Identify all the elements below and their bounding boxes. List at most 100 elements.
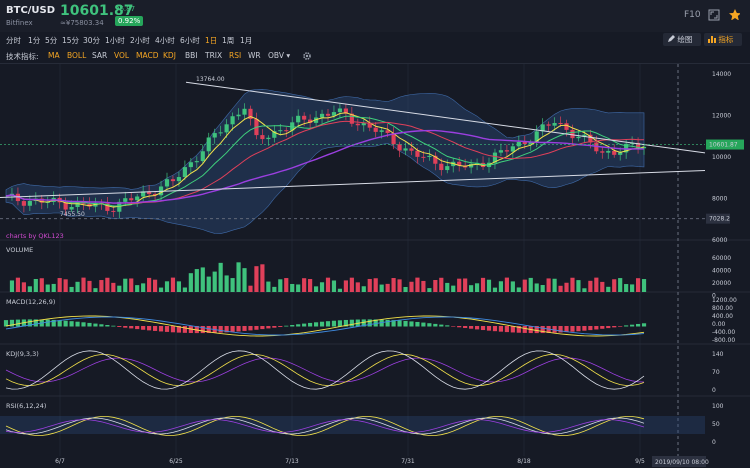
trend-line-lower (0, 169, 706, 198)
macd-histogram-bar (170, 326, 176, 333)
candle-body (445, 166, 450, 171)
candle-body (111, 210, 116, 212)
macd-histogram-bar (272, 326, 277, 328)
macd-histogram-bar (111, 325, 116, 327)
tf-1w[interactable]: 1周 (222, 35, 234, 46)
candle-body (194, 161, 199, 163)
macd-histogram-bar (588, 326, 593, 331)
candle-body (576, 136, 581, 139)
candle-body (236, 114, 241, 117)
current-price-value: 10601.87 (709, 142, 738, 149)
ind-trix[interactable]: TRIX (205, 51, 222, 60)
tf-1d[interactable]: 1日 (205, 35, 217, 46)
macd-histogram-bar (463, 326, 468, 329)
star-icon[interactable] (728, 8, 740, 20)
ind-bbi[interactable]: BBI (185, 51, 198, 60)
volume-label: VOLUME (6, 246, 34, 254)
chart-area[interactable]: 1400012000100008000600013764.007455.5010… (0, 64, 750, 468)
macd-histogram-bar (236, 326, 241, 332)
volume-bar (624, 284, 629, 292)
watermark: charts by QKL123 (6, 232, 64, 240)
macd-histogram-bar (582, 326, 587, 331)
macd-histogram-bar (278, 326, 283, 327)
tf-1mo[interactable]: 1月 (240, 35, 252, 46)
macd-histogram-bar (15, 319, 21, 327)
rsi-tick: 100 (712, 403, 724, 410)
macd-tick: 1200.00 (712, 297, 737, 304)
macd-histogram-bar (302, 323, 307, 327)
volume-bar (463, 278, 468, 292)
tf-1h[interactable]: 1小时 (105, 35, 125, 46)
candle-body (69, 206, 74, 210)
volume-bar (594, 277, 599, 292)
candle-body (409, 148, 414, 151)
settings-gear-icon[interactable] (302, 51, 312, 61)
volume-bar (45, 284, 50, 292)
ind-ma[interactable]: MA (48, 51, 60, 60)
kdj-line (5, 350, 645, 390)
ind-wr[interactable]: WR (248, 51, 261, 60)
ind-vol[interactable]: VOL (114, 51, 129, 60)
macd-histogram-bar (69, 321, 74, 327)
macd-histogram-bar (45, 319, 50, 327)
volume-bar (474, 283, 480, 292)
macd-histogram-bar (141, 326, 146, 330)
volume-bar (367, 278, 372, 292)
tf-fenshi[interactable]: 分时 (6, 35, 21, 46)
candle-body (200, 151, 205, 162)
tf-1m[interactable]: 1分 (28, 35, 40, 46)
candle-body (123, 198, 128, 202)
candle-body (510, 146, 515, 152)
tf-5m[interactable]: 5分 (45, 35, 57, 46)
macd-histogram-bar (129, 326, 134, 329)
macd-histogram-bar (606, 326, 611, 329)
candle-body (564, 123, 569, 130)
macd-histogram-bar (99, 324, 104, 327)
ind-boll[interactable]: BOLL (67, 51, 86, 60)
macd-histogram-bar (594, 326, 599, 330)
candle-body (176, 177, 182, 182)
tf-30m[interactable]: 30分 (83, 35, 100, 46)
draw-button[interactable]: 绘图 (663, 33, 701, 46)
volume-bar (242, 268, 247, 292)
ind-kdj[interactable]: KDJ (163, 51, 176, 60)
volume-bar (117, 285, 122, 292)
macd-histogram-bar (409, 321, 414, 327)
macd-histogram-bar (522, 326, 527, 333)
volume-bar (170, 277, 176, 292)
ind-macd[interactable]: MACD (136, 51, 158, 60)
tf-2h[interactable]: 2小时 (130, 35, 150, 46)
volume-bar (492, 287, 498, 292)
ind-rsi[interactable]: RSI (229, 51, 241, 60)
volume-bar (325, 277, 331, 292)
volume-bar (564, 282, 569, 292)
volume-bar (302, 278, 307, 292)
macd-histogram-bar (445, 325, 450, 327)
volume-bar (361, 286, 366, 292)
volume-bar (457, 278, 462, 292)
price-tick: 14000 (712, 71, 731, 78)
indicator-button[interactable]: 指标 (704, 33, 742, 46)
candle-body (552, 122, 557, 126)
volume-bar (469, 285, 474, 292)
fullscreen-icon[interactable] (708, 9, 720, 21)
ind-obv[interactable]: OBV ▾ (268, 51, 290, 60)
volume-bar (415, 277, 420, 292)
ind-sar[interactable]: SAR (92, 51, 107, 60)
volume-bar (343, 280, 348, 292)
volume-bar (164, 281, 170, 292)
volume-bar (147, 277, 152, 292)
tf-6h[interactable]: 6小时 (180, 35, 200, 46)
macd-histogram-bar (480, 326, 486, 331)
volume-bar (582, 288, 587, 292)
macd-histogram-bar (63, 320, 68, 327)
volume-bar (540, 285, 545, 292)
tf-4h[interactable]: 4小时 (155, 35, 175, 46)
volume-bar (21, 282, 26, 292)
macd-histogram-bar (75, 321, 80, 327)
tf-15m[interactable]: 15分 (62, 35, 79, 46)
volume-bar (397, 279, 402, 292)
macd-histogram-bar (630, 324, 635, 327)
price-change: 96.87 (115, 5, 136, 13)
f10-button[interactable]: F10 (684, 10, 701, 20)
